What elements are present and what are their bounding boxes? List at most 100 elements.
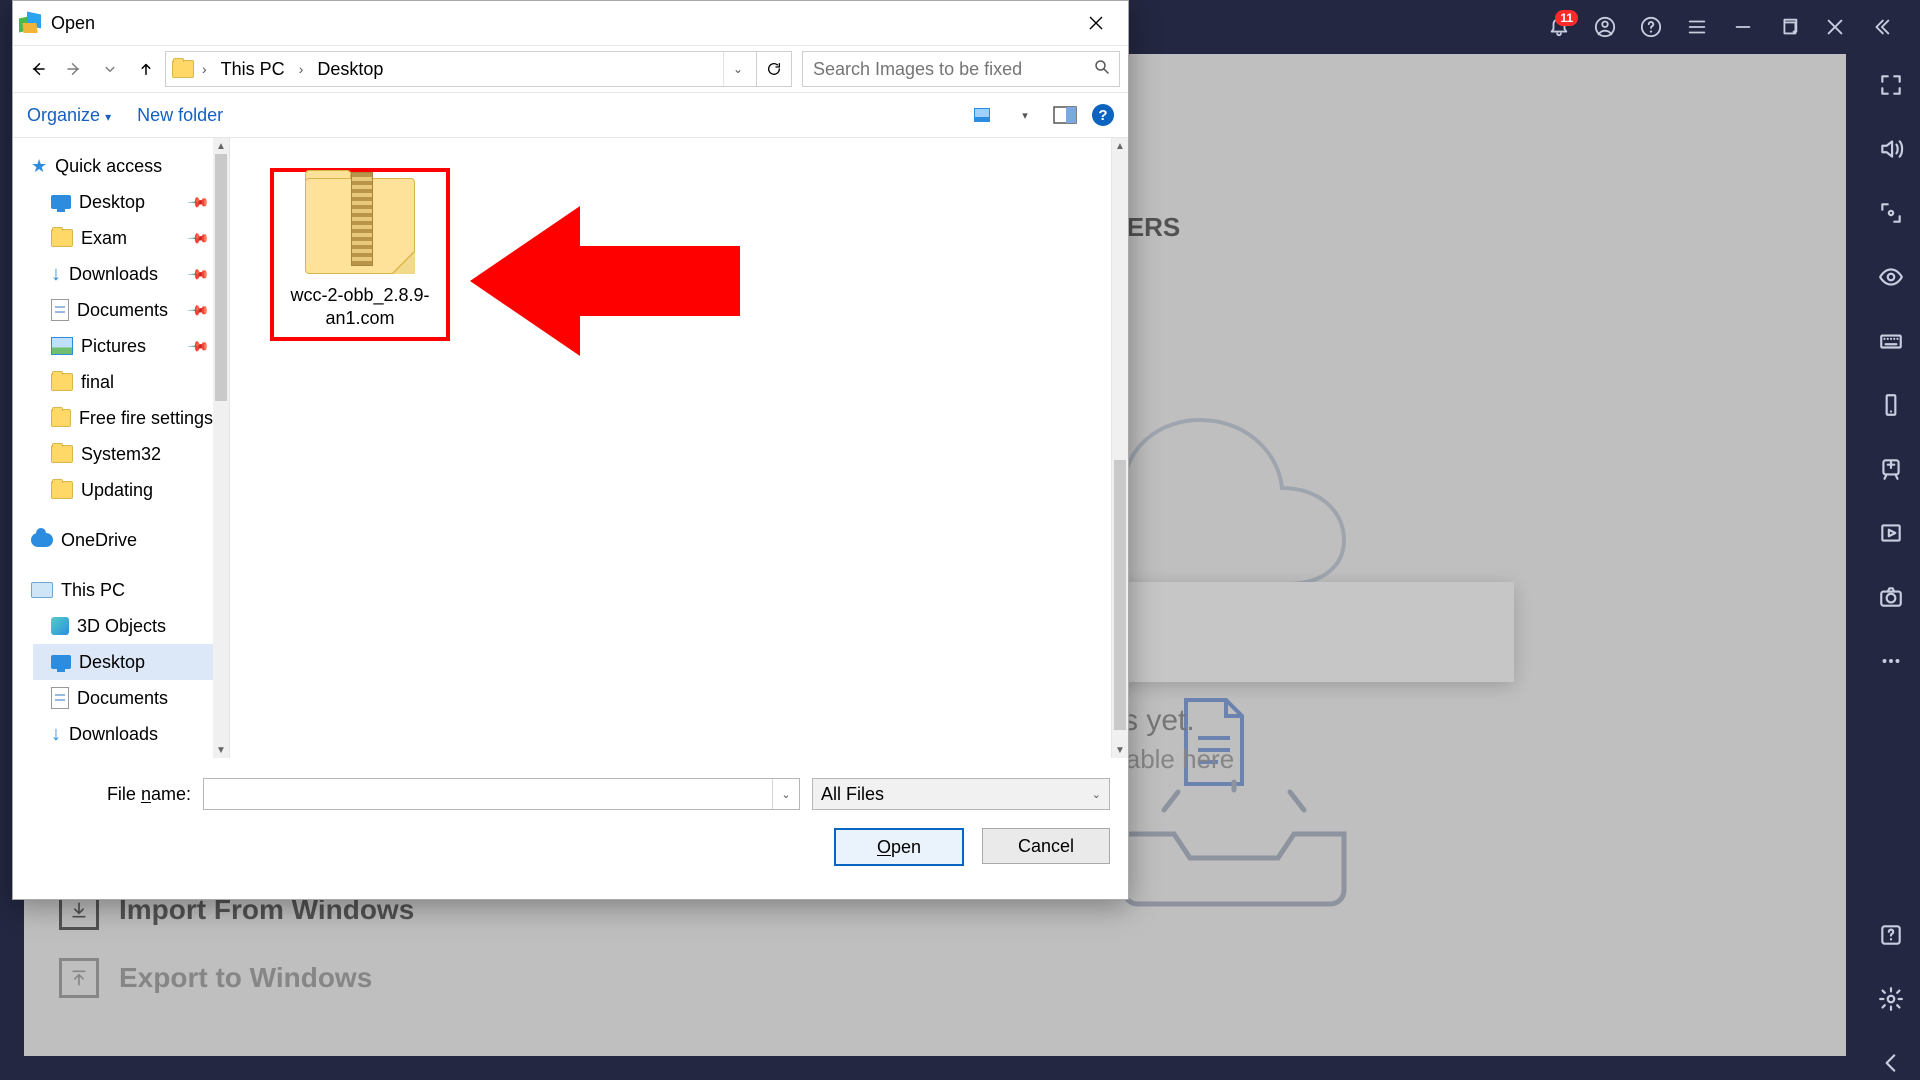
nav-recent-dropdown[interactable] (93, 52, 127, 86)
tree-documents[interactable]: Documents📌 (33, 292, 213, 328)
view-mode-button[interactable] (972, 104, 998, 126)
notifications-icon[interactable]: 11 (1536, 4, 1582, 50)
notifications-badge: 11 (1555, 10, 1578, 26)
scroll-thumb[interactable] (215, 154, 227, 401)
help-icon[interactable] (1628, 4, 1674, 50)
file-type-filter[interactable]: All Files⌄ (812, 778, 1110, 810)
search-input[interactable] (811, 58, 1093, 81)
pc-icon (31, 582, 53, 598)
dialog-nav: › This PC › Desktop ⌄ (13, 45, 1128, 93)
scroll-down-icon[interactable]: ▼ (213, 742, 229, 758)
open-dialog: Open › This PC › Desktop ⌄ (12, 0, 1129, 900)
bluestacks-window: 11 IDEOS AUDIOS OTHERS (0, 0, 1920, 1080)
file-item[interactable]: wcc-2-obb_2.8.9-an1.com (270, 168, 450, 341)
breadcrumb-desktop[interactable]: Desktop (311, 59, 389, 80)
export-icon (59, 958, 99, 998)
volume-icon[interactable] (1871, 132, 1911, 166)
tree-pictures[interactable]: Pictures📌 (33, 328, 213, 364)
dialog-toolbar: Organize ▾ New folder ▾ ? (13, 93, 1128, 137)
pin-icon: 📌 (186, 226, 210, 250)
tree-desktop-pc[interactable]: Desktop (33, 644, 213, 680)
tree-3dobjects[interactable]: 3D Objects (33, 608, 213, 644)
tray-illustration (1104, 754, 1364, 919)
eye-icon[interactable] (1871, 260, 1911, 294)
open-button[interactable]: Open (834, 828, 964, 866)
restore-icon[interactable] (1766, 4, 1812, 50)
nav-back-button[interactable] (21, 52, 55, 86)
dialog-help-icon[interactable]: ? (1092, 104, 1114, 126)
scroll-up-icon[interactable]: ▲ (213, 138, 229, 154)
refresh-button[interactable] (756, 52, 791, 86)
folder-icon (51, 481, 73, 499)
keyboard-icon[interactable] (1871, 324, 1911, 358)
tree-this-pc[interactable]: This PC (13, 572, 213, 608)
zip-folder-icon (305, 178, 415, 274)
collapse-icon[interactable] (1858, 4, 1904, 50)
document-icon (51, 687, 69, 709)
close-icon[interactable] (1812, 4, 1858, 50)
view-dropdown[interactable]: ▾ (1012, 104, 1038, 126)
folder-icon (51, 373, 73, 391)
tree-documents-pc[interactable]: Documents (33, 680, 213, 716)
scroll-down-icon[interactable]: ▼ (1112, 742, 1128, 758)
files-area[interactable]: wcc-2-obb_2.8.9-an1.com ▲ ▼ (230, 138, 1128, 758)
back-icon[interactable] (1871, 1046, 1911, 1080)
help2-icon[interactable] (1871, 918, 1911, 952)
tree-quick-access[interactable]: ★Quick access (13, 148, 213, 184)
search-box[interactable] (802, 51, 1120, 87)
dialog-title: Open (51, 13, 95, 34)
chevron-right-icon[interactable]: › (295, 61, 308, 77)
fullscreen-icon[interactable] (1871, 68, 1911, 102)
nav-forward-button (57, 52, 91, 86)
tree-downloads[interactable]: ↓Downloads📌 (33, 256, 213, 292)
rotate-icon[interactable] (1871, 388, 1911, 422)
tree-final[interactable]: final (33, 364, 213, 400)
nav-tree[interactable]: ★Quick access Desktop📌 Exam📌 ↓Downloads📌… (13, 138, 213, 758)
tree-onedrive[interactable]: OneDrive (13, 522, 213, 558)
settings-icon[interactable] (1871, 982, 1911, 1016)
tree-free-fire[interactable]: Free fire settings (33, 400, 213, 436)
pin-icon: 📌 (186, 262, 210, 286)
download-icon: ↓ (51, 723, 61, 746)
tree-desktop[interactable]: Desktop📌 (33, 184, 213, 220)
dialog-close-button[interactable] (1074, 7, 1118, 39)
cancel-button[interactable]: Cancel (982, 828, 1110, 864)
file-name-input[interactable]: ⌄ (203, 778, 800, 810)
export-to-windows[interactable]: Export to Windows (59, 958, 414, 998)
organize-menu[interactable]: Organize ▾ (27, 105, 111, 126)
cube-icon (51, 617, 69, 635)
tree-exam[interactable]: Exam📌 (33, 220, 213, 256)
scroll-up-icon[interactable]: ▲ (1112, 138, 1128, 154)
scroll-thumb[interactable] (1114, 460, 1126, 730)
preview-pane-button[interactable] (1052, 104, 1078, 126)
folder-icon (51, 409, 71, 427)
gamepad-icon[interactable] (1871, 452, 1911, 486)
camera-icon[interactable] (1871, 580, 1911, 614)
chevron-down-icon[interactable]: ⌄ (772, 779, 799, 809)
chevron-down-icon[interactable]: ⌄ (1092, 788, 1101, 801)
minimize-icon[interactable] (1720, 4, 1766, 50)
hamburger-icon[interactable] (1674, 4, 1720, 50)
account-icon[interactable] (1582, 4, 1628, 50)
folder-icon (51, 445, 73, 463)
files-scrollbar[interactable]: ▲ ▼ (1111, 138, 1128, 758)
nav-up-button[interactable] (129, 52, 163, 86)
tree-system32[interactable]: System32 (33, 436, 213, 472)
file-name-label: File name: (31, 784, 191, 805)
tree-scrollbar[interactable]: ▲ ▼ (213, 138, 230, 758)
search-icon[interactable] (1093, 58, 1111, 81)
address-dropdown[interactable]: ⌄ (723, 52, 752, 86)
chevron-down-icon: ▾ (105, 110, 111, 124)
media-icon[interactable] (1871, 516, 1911, 550)
dialog-titlebar[interactable]: Open (13, 1, 1128, 45)
more-icon[interactable] (1871, 644, 1911, 678)
tree-downloads-pc[interactable]: ↓Downloads (33, 716, 213, 752)
new-folder-button[interactable]: New folder (137, 105, 223, 126)
tree-updating[interactable]: Updating (33, 472, 213, 508)
breadcrumb-this-pc[interactable]: This PC (215, 59, 291, 80)
location-icon[interactable] (1871, 196, 1911, 230)
desktop-icon (51, 655, 71, 669)
address-bar[interactable]: › This PC › Desktop ⌄ (165, 51, 792, 87)
chevron-right-icon[interactable]: › (198, 61, 211, 77)
desktop-icon (51, 195, 71, 209)
